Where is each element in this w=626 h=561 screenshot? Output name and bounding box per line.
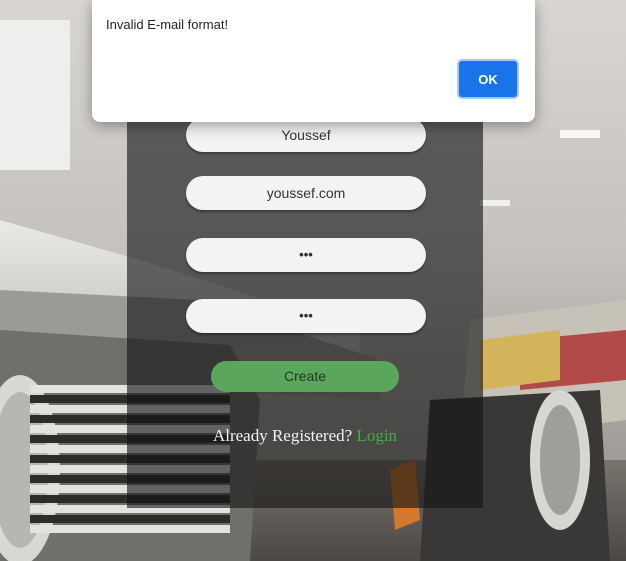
login-prompt: Already Registered? Login: [127, 426, 483, 446]
email-input[interactable]: [186, 176, 426, 210]
create-button[interactable]: Create: [211, 361, 399, 392]
already-registered-text: Already Registered?: [212, 426, 353, 445]
login-link[interactable]: Login: [356, 426, 397, 445]
page-viewport: ••• ••• Create Already Registered? Login…: [0, 0, 626, 561]
name-input[interactable]: [186, 118, 426, 152]
alert-dialog: Invalid E-mail format! OK: [92, 0, 535, 122]
password-input[interactable]: •••: [186, 238, 426, 272]
confirm-password-input[interactable]: •••: [186, 299, 426, 333]
alert-message: Invalid E-mail format!: [106, 17, 229, 32]
alert-ok-button[interactable]: OK: [457, 59, 519, 99]
